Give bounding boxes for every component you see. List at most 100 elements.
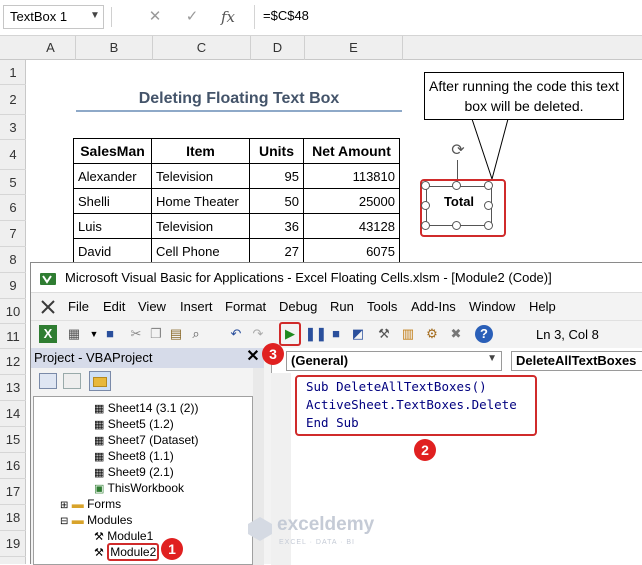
cell[interactable]: David [73, 238, 152, 264]
copy-icon[interactable]: ❐ [147, 325, 165, 343]
row-header[interactable]: 6 [0, 195, 26, 221]
menu-edit[interactable]: Edit [103, 299, 125, 314]
resize-handle[interactable] [421, 181, 430, 190]
code-editor[interactable]: Sub DeleteAllTextBoxes() ActiveSheet.Text… [306, 378, 517, 432]
toolbox-icon[interactable]: ✖ [447, 325, 465, 343]
expand-icon[interactable]: ⊞ [60, 500, 68, 511]
row-header[interactable]: 9 [0, 273, 26, 299]
redo-icon[interactable]: ↷ [249, 325, 267, 343]
cell[interactable]: Cell Phone [151, 238, 250, 264]
tree-item[interactable]: ▦ Sheet9 (2.1) [94, 464, 174, 481]
column-header-c[interactable]: C [153, 36, 251, 60]
undo-icon[interactable]: ↶ [227, 325, 245, 343]
menu-tools[interactable]: Tools [367, 299, 397, 314]
row-header[interactable]: 16 [0, 453, 26, 479]
header-salesman[interactable]: SalesMan [73, 138, 152, 164]
resize-handle[interactable] [484, 201, 493, 210]
row-header[interactable]: 2 [0, 85, 26, 115]
menu-window[interactable]: Window [469, 299, 515, 314]
menu-format[interactable]: Format [225, 299, 266, 314]
cell[interactable]: Alexander [73, 163, 152, 189]
object-browser-icon[interactable]: ⚙ [423, 325, 441, 343]
chevron-down-icon[interactable]: ▼ [88, 7, 102, 25]
column-header-d[interactable]: D [251, 36, 305, 60]
cell[interactable]: 25000 [303, 188, 400, 214]
cell[interactable]: 36 [249, 213, 304, 239]
header-units[interactable]: Units [249, 138, 304, 164]
row-header[interactable]: 13 [0, 375, 26, 401]
row-header[interactable]: 3 [0, 115, 26, 140]
module-icon[interactable] [39, 299, 57, 315]
view-object-icon[interactable] [63, 373, 81, 389]
cell[interactable]: 6075 [303, 238, 400, 264]
object-dropdown[interactable]: (General) ▼ [286, 351, 502, 371]
tree-item-module2[interactable]: ⚒ Module2 [94, 543, 160, 561]
insert-userform-icon[interactable]: ▦ [65, 325, 83, 343]
procedure-dropdown[interactable]: DeleteAllTextBoxes [511, 351, 642, 371]
row-header[interactable]: 7 [0, 221, 26, 247]
rotate-handle-icon[interactable]: ⟳ [448, 141, 468, 161]
row-header[interactable]: 5 [0, 170, 26, 195]
reset-icon[interactable]: ■ [327, 325, 345, 343]
cell[interactable]: Luis [73, 213, 152, 239]
resize-handle[interactable] [484, 181, 493, 190]
code-line[interactable]: End Sub [306, 414, 517, 432]
menu-add-ins[interactable]: Add-Ins [411, 299, 456, 314]
code-line[interactable]: Sub DeleteAllTextBoxes() [306, 378, 517, 396]
column-header-e[interactable]: E [305, 36, 403, 60]
find-icon[interactable]: ⌕ [187, 325, 205, 343]
collapse-icon[interactable]: ⊟ [60, 516, 68, 527]
menu-insert[interactable]: Insert [180, 299, 213, 314]
excel-icon[interactable]: X [39, 325, 57, 343]
tree-item[interactable]: ▦ Sheet14 (3.1 (2)) [94, 400, 198, 417]
tree-item[interactable]: ▦ Sheet5 (1.2) [94, 416, 174, 433]
menu-file[interactable]: File [68, 299, 89, 314]
menu-debug[interactable]: Debug [279, 299, 317, 314]
save-icon[interactable]: ■ [101, 325, 119, 343]
properties-icon[interactable]: ▥ [399, 325, 417, 343]
resize-handle[interactable] [421, 221, 430, 230]
project-explorer-icon[interactable]: ⚒ [375, 325, 393, 343]
cell[interactable]: 27 [249, 238, 304, 264]
resize-handle[interactable] [452, 221, 461, 230]
paste-icon[interactable]: ▤ [167, 325, 185, 343]
row-header[interactable]: 18 [0, 505, 26, 531]
tree-item[interactable]: ▦ Sheet8 (1.1) [94, 448, 174, 465]
design-mode-icon[interactable]: ◩ [349, 325, 367, 343]
row-header[interactable]: 10 [0, 299, 26, 324]
resize-handle[interactable] [421, 201, 430, 210]
row-header[interactable]: 1 [0, 60, 26, 85]
header-net-amount[interactable]: Net Amount [303, 138, 400, 164]
toggle-folders-icon[interactable] [89, 371, 111, 391]
cell[interactable]: 50 [249, 188, 304, 214]
cell[interactable]: Television [151, 163, 250, 189]
menu-help[interactable]: Help [529, 299, 556, 314]
menu-run[interactable]: Run [330, 299, 354, 314]
formula-input[interactable]: =$C$48 [254, 5, 642, 29]
run-icon[interactable]: ▶ [281, 325, 299, 343]
cell[interactable]: Home Theater [151, 188, 250, 214]
header-item[interactable]: Item [151, 138, 250, 164]
row-header[interactable]: 17 [0, 479, 26, 505]
help-icon[interactable]: ? [475, 325, 493, 343]
cell[interactable]: 113810 [303, 163, 400, 189]
column-header-a[interactable]: A [26, 36, 76, 60]
row-header[interactable]: 4 [0, 140, 26, 170]
chevron-down-icon[interactable]: ▼ [487, 353, 497, 364]
view-code-icon[interactable] [39, 373, 57, 389]
row-header[interactable]: 15 [0, 427, 26, 453]
cell[interactable]: 43128 [303, 213, 400, 239]
cell[interactable]: 95 [249, 163, 304, 189]
close-icon[interactable]: ✕ [245, 348, 261, 366]
pause-icon[interactable]: ❚❚ [305, 325, 327, 343]
row-header[interactable]: 14 [0, 401, 26, 427]
cell[interactable]: Television [151, 213, 250, 239]
cell[interactable]: Shelli [73, 188, 152, 214]
check-icon[interactable]: ✓ [180, 6, 204, 28]
cut-icon[interactable]: ✂ [127, 325, 145, 343]
row-header[interactable]: 19 [0, 531, 26, 557]
row-header[interactable]: 12 [0, 349, 26, 375]
row-header[interactable]: 11 [0, 324, 26, 349]
tree-item[interactable]: ▣ ThisWorkbook [94, 480, 184, 497]
resize-handle[interactable] [484, 221, 493, 230]
